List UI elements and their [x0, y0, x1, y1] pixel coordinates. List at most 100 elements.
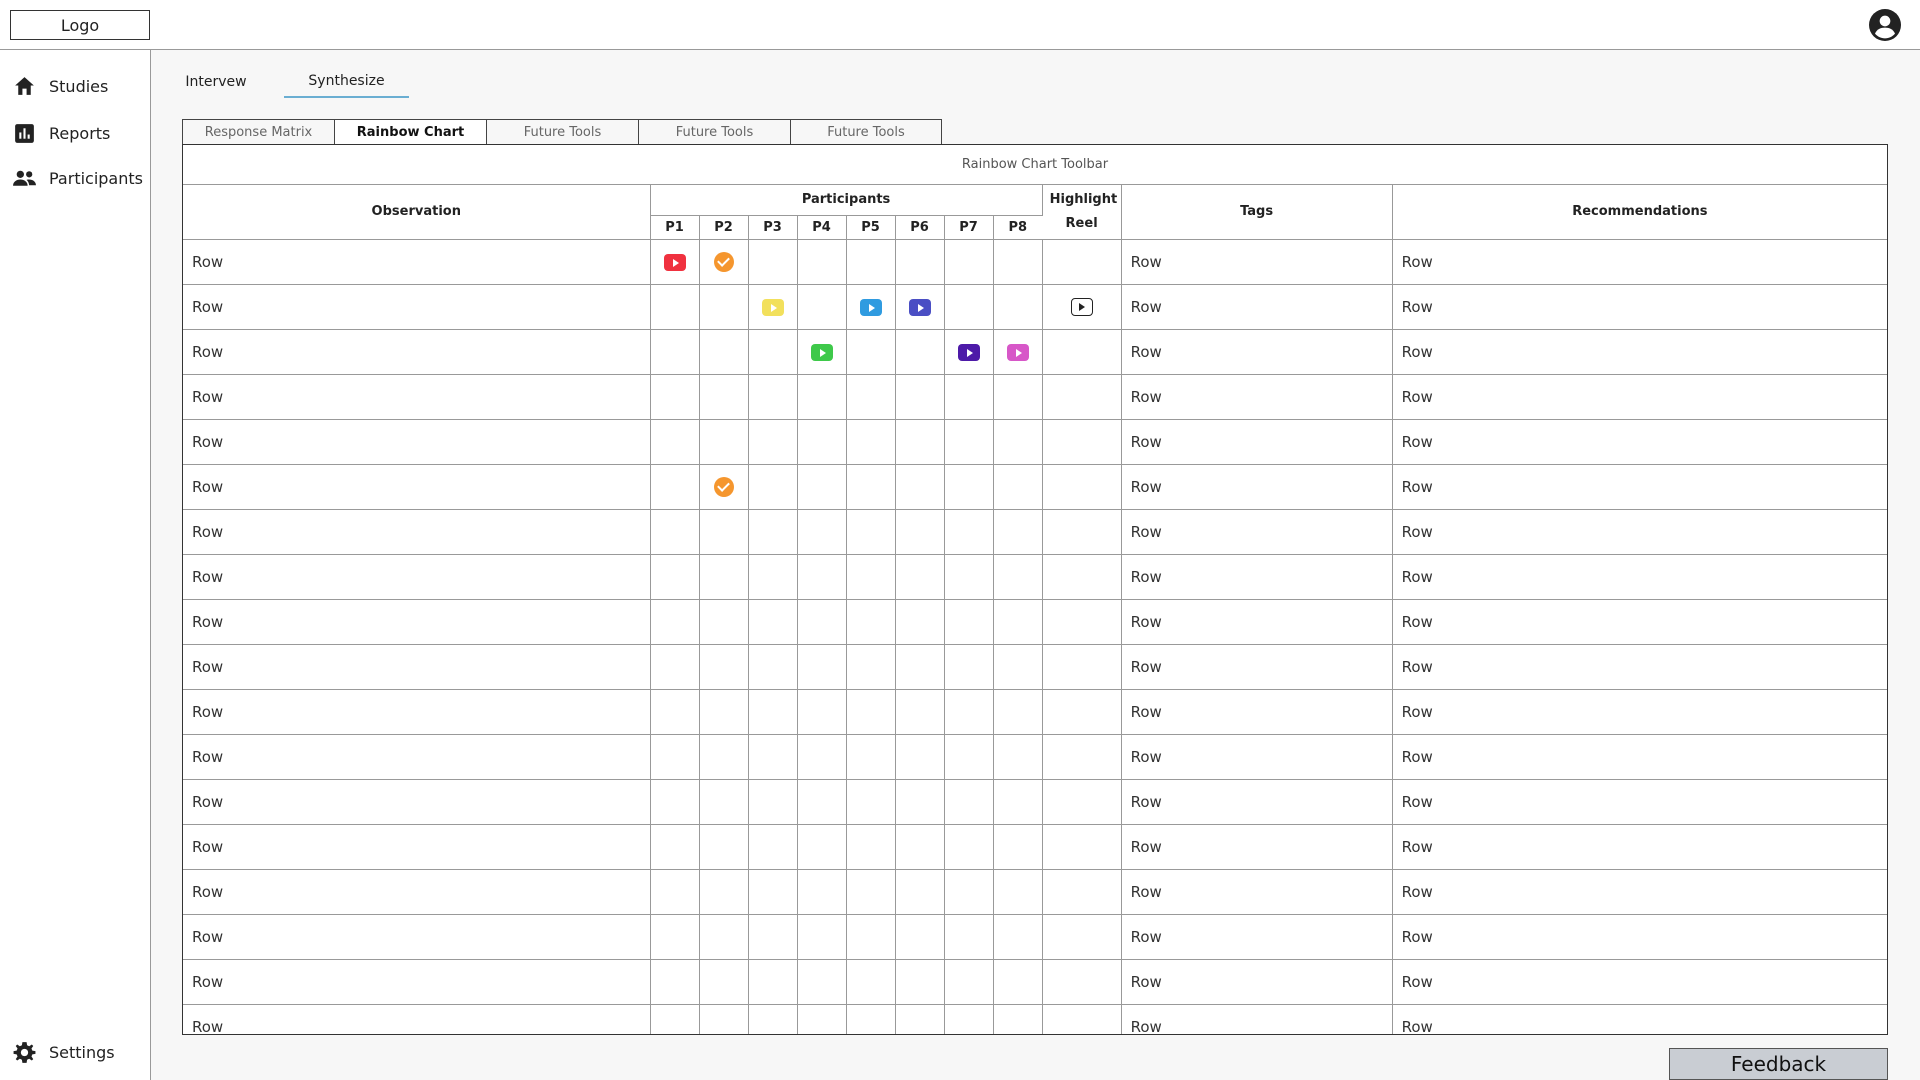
participant-cell[interactable]: [797, 644, 847, 690]
video-play-icon[interactable]: [908, 298, 931, 316]
recommendations-cell[interactable]: Row: [1392, 284, 1887, 330]
feedback-button[interactable]: Feedback: [1669, 1048, 1888, 1080]
observation-cell[interactable]: Row: [183, 734, 651, 780]
participant-cell[interactable]: [650, 464, 700, 510]
participant-cell[interactable]: [650, 779, 700, 825]
observation-cell[interactable]: Row: [183, 284, 651, 330]
table-row[interactable]: Row Row Row: [183, 914, 1887, 960]
participant-cell[interactable]: [650, 239, 700, 285]
participant-cell[interactable]: [993, 869, 1043, 915]
participant-cell[interactable]: [650, 329, 700, 375]
observation-cell[interactable]: Row: [183, 509, 651, 555]
tab-future-tools[interactable]: Future Tools: [486, 119, 638, 145]
tags-cell[interactable]: Row: [1121, 554, 1393, 600]
observation-cell[interactable]: Row: [183, 599, 651, 645]
tags-cell[interactable]: Row: [1121, 419, 1393, 465]
participant-cell[interactable]: [846, 599, 896, 645]
video-play-icon[interactable]: [663, 253, 686, 271]
observation-cell[interactable]: Row: [183, 914, 651, 960]
observation-cell[interactable]: Row: [183, 959, 651, 1005]
tags-cell[interactable]: Row: [1121, 239, 1393, 285]
highlight-reel-cell[interactable]: [1042, 914, 1122, 960]
recommendations-cell[interactable]: Row: [1392, 959, 1887, 1005]
participant-cell[interactable]: [797, 284, 847, 330]
participant-cell[interactable]: [650, 689, 700, 735]
participant-cell[interactable]: [993, 824, 1043, 870]
recommendations-cell[interactable]: Row: [1392, 374, 1887, 420]
participant-cell[interactable]: [846, 824, 896, 870]
table-row[interactable]: Row Row Row: [183, 284, 1887, 330]
observation-cell[interactable]: Row: [183, 824, 651, 870]
participant-cell[interactable]: [650, 284, 700, 330]
tab-response-matrix[interactable]: Response Matrix: [182, 119, 334, 145]
participant-cell[interactable]: [797, 689, 847, 735]
participant-cell[interactable]: [846, 239, 896, 285]
observation-cell[interactable]: Row: [183, 689, 651, 735]
participant-cell[interactable]: [846, 284, 896, 330]
highlight-reel-cell[interactable]: [1042, 284, 1122, 330]
participant-cell[interactable]: [846, 914, 896, 960]
participant-cell[interactable]: [650, 824, 700, 870]
participant-cell[interactable]: [699, 869, 749, 915]
participant-cell[interactable]: [993, 959, 1043, 1005]
table-row[interactable]: Row Row Row: [183, 419, 1887, 465]
participant-cell[interactable]: [895, 284, 945, 330]
highlight-reel-cell[interactable]: [1042, 644, 1122, 690]
tags-cell[interactable]: Row: [1121, 869, 1393, 915]
table-row[interactable]: Row Row Row: [183, 869, 1887, 915]
participant-cell[interactable]: [944, 779, 994, 825]
logo[interactable]: Logo: [10, 10, 150, 40]
recommendations-cell[interactable]: Row: [1392, 599, 1887, 645]
participant-cell[interactable]: [895, 509, 945, 555]
recommendations-cell[interactable]: Row: [1392, 644, 1887, 690]
tags-cell[interactable]: Row: [1121, 329, 1393, 375]
participant-cell[interactable]: [944, 914, 994, 960]
recommendations-cell[interactable]: Row: [1392, 554, 1887, 600]
participant-cell[interactable]: [797, 554, 847, 600]
participant-cell[interactable]: [944, 1004, 994, 1034]
participant-cell[interactable]: [944, 554, 994, 600]
participant-cell[interactable]: [895, 554, 945, 600]
tab-future-tools[interactable]: Future Tools: [790, 119, 942, 145]
highlight-reel-cell[interactable]: [1042, 554, 1122, 600]
participant-cell[interactable]: [797, 734, 847, 780]
participant-cell[interactable]: [944, 824, 994, 870]
video-play-icon[interactable]: [761, 298, 784, 316]
participant-cell[interactable]: [895, 464, 945, 510]
participant-cell[interactable]: [895, 689, 945, 735]
participant-cell[interactable]: [993, 644, 1043, 690]
participant-cell[interactable]: [699, 959, 749, 1005]
participant-cell[interactable]: [846, 1004, 896, 1034]
recommendations-cell[interactable]: Row: [1392, 914, 1887, 960]
participant-cell[interactable]: [993, 689, 1043, 735]
highlight-reel-cell[interactable]: [1042, 509, 1122, 555]
highlight-reel-cell[interactable]: [1042, 599, 1122, 645]
participant-cell[interactable]: [846, 419, 896, 465]
participant-cell[interactable]: [993, 419, 1043, 465]
table-row[interactable]: Row Row Row: [183, 329, 1887, 375]
tags-cell[interactable]: Row: [1121, 509, 1393, 555]
participant-cell[interactable]: [846, 644, 896, 690]
participant-cell[interactable]: [650, 554, 700, 600]
participant-cell[interactable]: [797, 599, 847, 645]
participant-cell[interactable]: [748, 554, 798, 600]
participant-cell[interactable]: [944, 329, 994, 375]
participant-cell[interactable]: [748, 509, 798, 555]
participant-cell[interactable]: [699, 779, 749, 825]
participant-cell[interactable]: [699, 1004, 749, 1034]
table-row[interactable]: Row Row Row: [183, 374, 1887, 420]
observation-cell[interactable]: Row: [183, 644, 651, 690]
participant-cell[interactable]: [748, 599, 798, 645]
participant-cell[interactable]: [895, 1004, 945, 1034]
participant-cell[interactable]: [993, 914, 1043, 960]
recommendations-cell[interactable]: Row: [1392, 464, 1887, 510]
participant-cell[interactable]: [846, 329, 896, 375]
participant-cell[interactable]: [993, 779, 1043, 825]
highlight-reel-cell[interactable]: [1042, 959, 1122, 1005]
participant-cell[interactable]: [944, 284, 994, 330]
table-row[interactable]: Row Row Row: [183, 824, 1887, 870]
participant-cell[interactable]: [748, 464, 798, 510]
participant-cell[interactable]: [993, 239, 1043, 285]
participant-cell[interactable]: [797, 374, 847, 420]
sidebar-item-participants[interactable]: Participants: [12, 166, 143, 191]
